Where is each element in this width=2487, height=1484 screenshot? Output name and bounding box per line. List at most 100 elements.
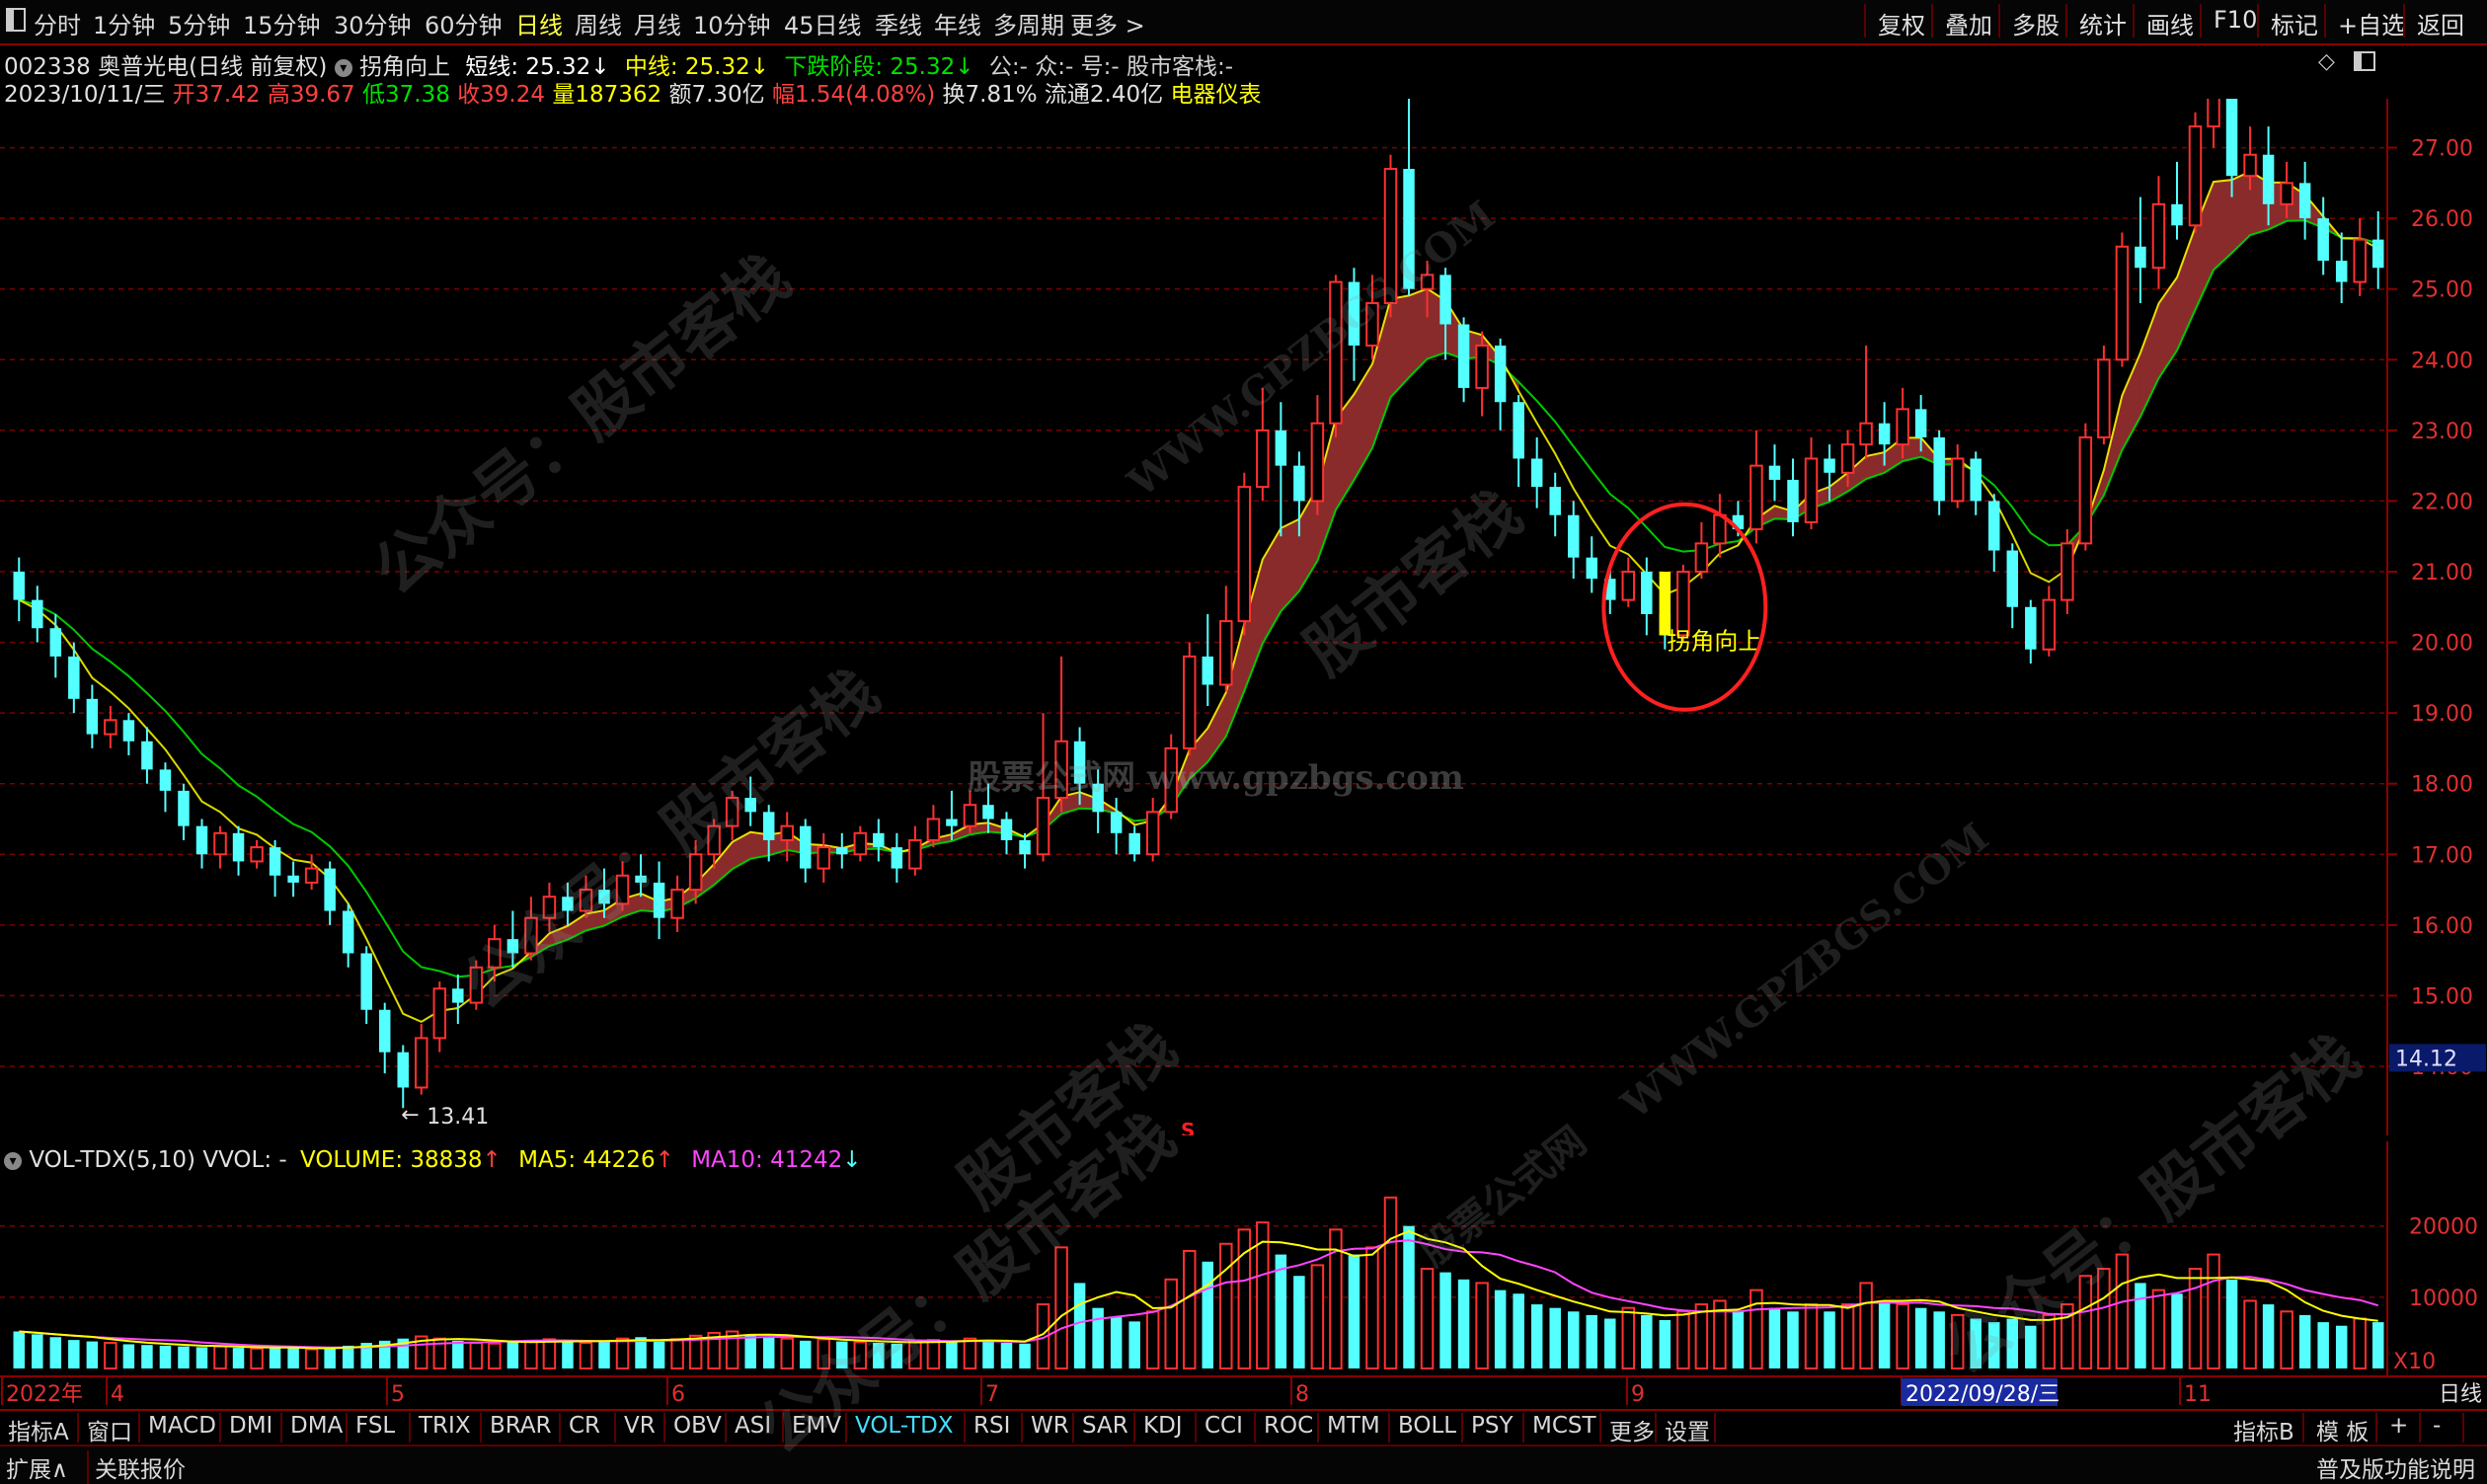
template-tab[interactable]: 模 板 — [2308, 1413, 2377, 1445]
period-tab[interactable]: 15分钟 — [243, 6, 321, 40]
candle-body-up — [2243, 153, 2257, 178]
indicator-tab[interactable]: SAR — [1074, 1413, 1135, 1443]
volume-bar-down — [1073, 1283, 1086, 1368]
related-quote-button[interactable]: 关联报价 — [87, 1450, 186, 1484]
toolbar-button[interactable]: +自选 — [2324, 4, 2405, 39]
toolbar-button[interactable]: 画线 — [2133, 4, 2200, 39]
volume-bar-down — [1641, 1314, 1653, 1368]
period-tab[interactable]: 分时 — [34, 6, 81, 40]
window-icon[interactable] — [6, 8, 26, 32]
period-tab[interactable]: 10分钟 — [693, 6, 771, 40]
candle-body-down — [635, 875, 647, 883]
candle-body-down — [1000, 819, 1013, 840]
volume-bar-down — [1293, 1276, 1305, 1368]
period-tab[interactable]: 60分钟 — [425, 6, 503, 40]
period-tab[interactable]: 日线 — [515, 6, 563, 40]
volume-bar-down — [2317, 1322, 2329, 1368]
template-tab[interactable]: + — [2381, 1413, 2421, 1443]
toolbar-button[interactable]: 统计 — [2065, 4, 2133, 39]
candle-body-up — [1804, 457, 1819, 523]
indicator-tab[interactable]: 指标A — [0, 1413, 79, 1445]
candlestick-chart[interactable]: 28.0027.0026.0025.0024.0023.0022.0021.00… — [0, 99, 2487, 1135]
period-tab[interactable]: 年线 — [934, 6, 981, 40]
indicator-tab[interactable]: ASI — [727, 1413, 784, 1443]
toolbar-button[interactable]: 多股 — [1998, 4, 2065, 39]
candle-body-up — [213, 831, 227, 856]
volume-bar-up — [908, 1340, 922, 1369]
candle-body-down — [49, 628, 62, 657]
volume-bar-up — [2151, 1289, 2166, 1369]
candle-body-down — [598, 890, 610, 904]
ma-band-fill — [2231, 170, 2251, 255]
panel-toggle-icon[interactable] — [2354, 51, 2375, 71]
indicator-tab[interactable]: DMA — [282, 1413, 348, 1443]
toolbar-button[interactable]: 叠加 — [1931, 4, 1998, 39]
period-tab[interactable]: 月线 — [634, 6, 681, 40]
toolbar-button[interactable]: 复权 — [1864, 4, 1931, 39]
indicator-tab[interactable]: ROC — [1256, 1413, 1319, 1443]
candle-body-down — [2262, 154, 2275, 204]
indicator-tab[interactable]: FSL — [348, 1413, 411, 1443]
candle-body-up — [707, 824, 721, 856]
toolbar-button[interactable]: 返回 — [2403, 4, 2466, 39]
indicator-tab[interactable]: 窗口 — [79, 1413, 140, 1445]
indicator-tab[interactable]: KDJ — [1135, 1413, 1197, 1443]
template-tab[interactable]: - — [2425, 1413, 2464, 1443]
candle-body-down — [86, 698, 99, 735]
chevron-down-icon[interactable]: ▾ — [334, 58, 352, 77]
period-tab[interactable]: 5分钟 — [168, 6, 230, 40]
indicator-tab[interactable]: MACD — [140, 1413, 221, 1443]
volume-chart[interactable]: 20000 10000 X10 — [0, 1141, 2487, 1375]
indicator-tab[interactable]: VOL-TDX — [847, 1413, 966, 1443]
candle-body-up — [104, 719, 117, 736]
diamond-icon[interactable]: ◇ — [2318, 49, 2335, 74]
y-axis-label: 16.00 — [2411, 914, 2473, 939]
indicator-tab[interactable]: RSI — [966, 1413, 1023, 1443]
y-axis-label: 18.00 — [2411, 773, 2473, 798]
toolbar-button[interactable]: F10 — [2200, 4, 2257, 38]
indicator-tab[interactable]: VR — [616, 1413, 665, 1443]
period-tab[interactable]: 1分钟 — [93, 6, 155, 40]
indicator-tab[interactable]: WR — [1023, 1413, 1074, 1443]
volume-bar-up — [670, 1338, 684, 1370]
period-tab[interactable]: 季线 — [875, 6, 922, 40]
period-tab[interactable]: 45日线 — [784, 6, 862, 40]
candle-body-down — [2371, 239, 2384, 269]
candle-body-up — [1383, 168, 1398, 305]
indicator-tab[interactable]: BRAR — [482, 1413, 561, 1443]
indicator-tab[interactable]: BOLL — [1390, 1413, 1463, 1443]
indicator-tab[interactable]: 设置 — [1657, 1413, 1716, 1445]
indicator-tab[interactable]: CCI — [1197, 1413, 1256, 1443]
template-tab[interactable]: 指标B — [2225, 1413, 2304, 1445]
candle-body-up — [524, 916, 538, 955]
indicator-tab[interactable]: MCST — [1524, 1413, 1601, 1443]
candle-body-down — [141, 741, 153, 770]
volume-bar-up — [524, 1339, 538, 1370]
volume-bar-up — [2078, 1275, 2093, 1369]
indicator-tab[interactable]: EMV — [784, 1413, 847, 1443]
period-tab[interactable]: 周线 — [575, 6, 622, 40]
period-tab[interactable]: 30分钟 — [334, 6, 412, 40]
volume-bar-up — [469, 1342, 484, 1369]
expand-button[interactable]: 扩展∧ — [6, 1450, 68, 1484]
indicator-tab[interactable]: OBV — [665, 1413, 727, 1443]
edition-info-link[interactable]: 普及版功能说明 — [2316, 1450, 2475, 1484]
volume-bar-down — [141, 1345, 153, 1368]
volume-bar-up — [780, 1337, 794, 1369]
candle-body-down — [1914, 409, 1927, 438]
toolbar-button[interactable]: 标记 — [2257, 4, 2324, 39]
indicator-tab[interactable]: CR — [561, 1413, 616, 1443]
candle-body-up — [1310, 422, 1325, 503]
indicator-tab[interactable]: PSY — [1463, 1413, 1524, 1443]
period-tab[interactable]: 多周期 — [993, 6, 1064, 40]
candle-body-down — [1092, 783, 1104, 813]
indicator-tab[interactable]: DMI — [221, 1413, 282, 1443]
candle-body-down — [1549, 487, 1561, 515]
indicator-tab[interactable]: 更多 — [1601, 1413, 1657, 1445]
candle-body-up — [780, 824, 794, 841]
period-tab[interactable]: 更多 > — [1070, 6, 1145, 40]
volume-bar-down — [1019, 1343, 1031, 1368]
indicator-tab[interactable]: TRIX — [411, 1413, 482, 1443]
indicator-tab[interactable]: MTM — [1319, 1413, 1390, 1443]
volume-bar-down — [2171, 1293, 2183, 1368]
